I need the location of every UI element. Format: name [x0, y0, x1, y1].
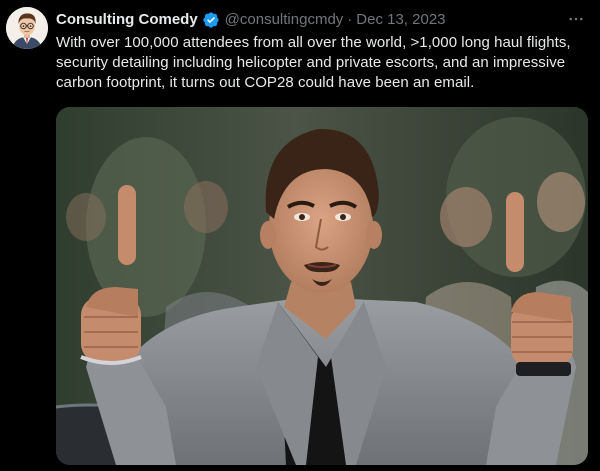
tweet-header: Consulting Comedy @consultingcmdy · Dec …	[56, 10, 446, 30]
tweet-text: With over 100,000 attendees from all ove…	[56, 34, 571, 91]
header-separator: ·	[347, 11, 353, 28]
tweet-date[interactable]: Dec 13, 2023	[356, 10, 445, 30]
photo-illustration	[56, 107, 588, 465]
avatar-illustration	[6, 7, 48, 49]
tweet-photo[interactable]	[56, 107, 588, 465]
user-handle[interactable]: @consultingcmdy	[225, 10, 344, 30]
more-horizontal-icon	[569, 17, 583, 21]
more-options-button[interactable]	[564, 9, 588, 29]
tweet-card: Consulting Comedy @consultingcmdy · Dec …	[0, 0, 600, 471]
display-name[interactable]: Consulting Comedy	[56, 10, 198, 30]
avatar[interactable]	[6, 7, 48, 49]
verified-badge-icon	[202, 11, 220, 29]
